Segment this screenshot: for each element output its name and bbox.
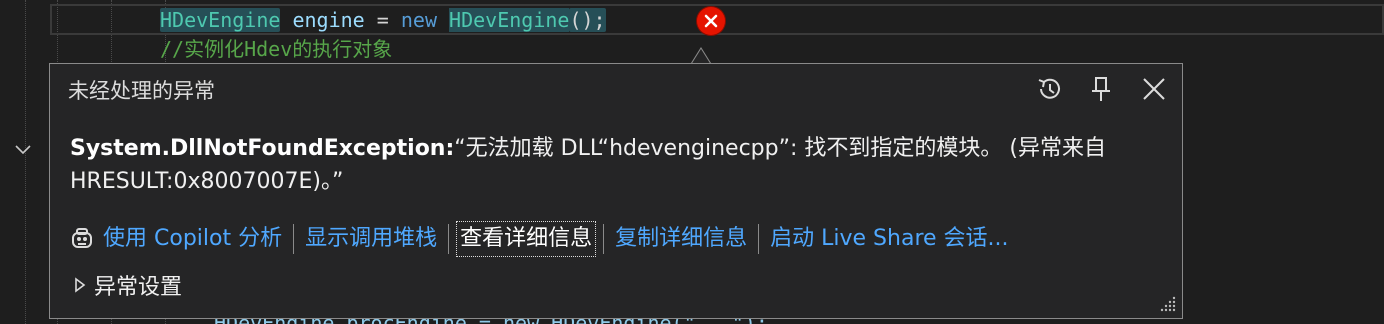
analyze-with-copilot-link[interactable]: 使用 Copilot 分析 — [100, 222, 285, 256]
history-button[interactable] — [1033, 72, 1067, 106]
history-icon — [1038, 78, 1060, 99]
code-token-type: HDevEngine — [160, 8, 281, 32]
code-comment: //实例化Hdev的执行对象 — [160, 37, 393, 61]
action-separator — [603, 224, 605, 254]
exception-settings-toggle[interactable]: 异常设置 — [74, 270, 182, 300]
popup-pointer — [691, 47, 711, 64]
chevron-down-icon[interactable] — [13, 140, 33, 160]
copilot-icon — [72, 228, 92, 248]
close-button[interactable] — [1137, 72, 1171, 106]
popup-title: 未经处理的异常 — [68, 79, 215, 103]
code-token-ident: engine — [292, 8, 365, 32]
close-icon — [1143, 78, 1165, 100]
copy-details-link[interactable]: 复制详细信息 — [612, 222, 750, 256]
view-details-link[interactable]: 查看详细信息 — [456, 221, 597, 257]
action-separator — [293, 224, 295, 254]
caret-right-icon — [75, 277, 86, 293]
code-token-op: = — [376, 8, 389, 32]
code-token-keyword: new — [400, 8, 437, 32]
pin-button[interactable] — [1084, 72, 1118, 106]
start-live-share-link[interactable]: 启动 Live Share 会话... — [767, 222, 1011, 256]
indent-guide — [25, 0, 26, 324]
exception-popup: 未经处理的异常 System.DllNotFoundException:“无法加… — [49, 63, 1183, 319]
code-token-tail: (); — [569, 8, 606, 32]
exception-settings-label: 异常设置 — [94, 275, 183, 300]
show-call-stack-link[interactable]: 显示调用堆栈 — [302, 222, 440, 256]
code-token-ctor: HDevEngine — [449, 8, 570, 32]
action-separator — [758, 224, 760, 254]
exception-type: System.DllNotFoundException: — [70, 136, 455, 161]
exception-action-bar: 使用 Copilot 分析 显示调用堆栈 查看详细信息 复制详细信息 启动 Li… — [70, 219, 1012, 259]
action-separator — [448, 224, 450, 254]
error-x-icon[interactable] — [697, 7, 725, 35]
resize-grip-icon[interactable] — [1160, 296, 1176, 312]
exception-message: System.DllNotFoundException:“无法加载 DLL“hd… — [70, 132, 1160, 198]
code-line-engine-init[interactable]: HDevEngine engine = new HDevEngine(); — [160, 7, 606, 33]
pin-icon — [1092, 77, 1110, 101]
